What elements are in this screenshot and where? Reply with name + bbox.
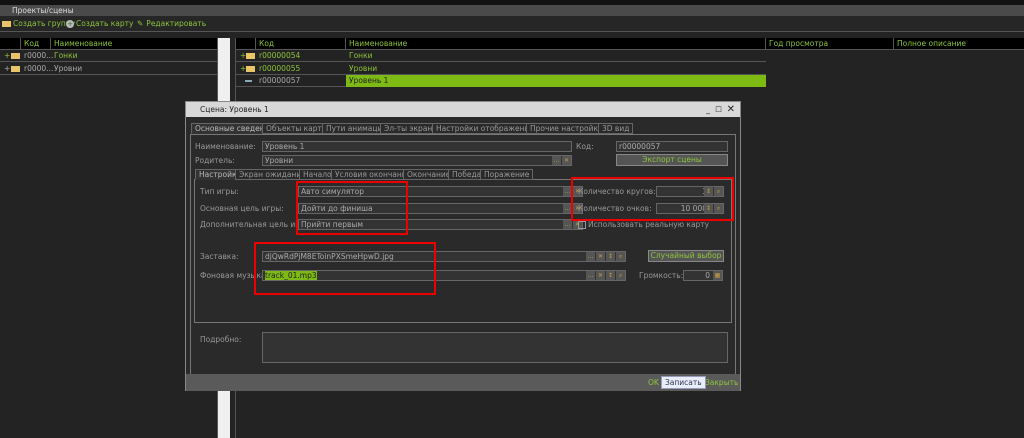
- row-code: r00000054: [259, 51, 301, 60]
- leaf-icon: [245, 80, 252, 82]
- minimize-icon[interactable]: _: [706, 102, 710, 117]
- parent-value: Уровни: [265, 156, 294, 165]
- highlight-box: [254, 242, 436, 295]
- volume-label: Громкость:: [639, 271, 684, 280]
- clear-icon[interactable]: ✕: [562, 156, 571, 165]
- right-grid-header: Код Наименование Год просмотра Полное оп…: [236, 38, 1024, 50]
- spin-icon[interactable]: ↕: [606, 271, 615, 280]
- table-row-selected[interactable]: r00000057 Уровень 1: [236, 75, 766, 87]
- details-label: Подробно:: [200, 335, 242, 344]
- folder-icon: [246, 53, 255, 59]
- clear-icon[interactable]: ✕: [596, 252, 605, 261]
- header-year[interactable]: Год просмотра: [766, 38, 894, 49]
- folder-icon: [11, 53, 20, 59]
- dialog-title-bar[interactable]: Сцена: Уровень 1 _ ☐ ✕: [186, 102, 740, 117]
- volume-input[interactable]: 0 ▦: [683, 270, 723, 281]
- window-title: Проекты/сцены: [0, 5, 1024, 16]
- row-code: r0000...: [24, 64, 54, 73]
- close-icon[interactable]: ✕: [727, 102, 735, 117]
- real-map-checkbox[interactable]: [578, 221, 586, 229]
- random-choice-button[interactable]: Случайный выбор: [648, 250, 724, 262]
- ellipsis-icon[interactable]: …: [586, 271, 595, 280]
- row-code: r00000055: [259, 64, 301, 73]
- tab-6[interactable]: Поражение: [480, 169, 534, 180]
- tab-4[interactable]: Настройки отображения: [432, 123, 538, 134]
- table-row[interactable]: + r0000... Уровни: [0, 63, 218, 75]
- row-name: Гонки: [349, 51, 373, 60]
- spin-icon[interactable]: ↕: [606, 252, 615, 261]
- create-group-button[interactable]: Создать группу: [2, 19, 75, 29]
- calculator-icon[interactable]: ▦: [713, 271, 722, 280]
- row-code: r0000...: [24, 51, 54, 60]
- save-button[interactable]: Записать: [661, 376, 706, 389]
- name-label: Наименование:: [195, 142, 256, 151]
- folder-icon: [2, 21, 11, 27]
- tab-6[interactable]: 3D вид: [598, 123, 634, 134]
- dialog-footer: OK Записать Закрыть: [186, 374, 740, 391]
- header-name[interactable]: Наименование: [346, 38, 766, 49]
- search-icon[interactable]: ⌕: [616, 252, 625, 261]
- header-code[interactable]: Код: [21, 38, 51, 49]
- details-textarea[interactable]: [262, 332, 728, 363]
- maximize-icon[interactable]: ☐: [715, 102, 722, 117]
- row-name: Уровни: [349, 64, 378, 73]
- splash-label: Заставка:: [200, 252, 239, 261]
- dialog-title: Сцена: Уровень 1: [200, 105, 269, 114]
- create-map-label: Создать карту: [76, 19, 134, 28]
- table-row[interactable]: + r0000... Гонки: [0, 50, 218, 62]
- clear-icon[interactable]: ✕: [596, 271, 605, 280]
- folder-icon: [11, 66, 20, 72]
- parent-input[interactable]: Уровни … ✕: [262, 155, 572, 166]
- pencil-icon: ✎: [137, 19, 144, 28]
- close-button[interactable]: Закрыть: [705, 378, 738, 387]
- export-scene-button[interactable]: Экспорт сцены: [616, 154, 728, 166]
- toolbar: Создать группу + Создать карту ✎ Редактиро…: [0, 16, 1024, 32]
- parent-label: Родитель:: [195, 156, 235, 165]
- tab-5[interactable]: Прочие настройки: [526, 123, 607, 134]
- tab-4[interactable]: Окончание: [403, 169, 455, 180]
- header-name[interactable]: Наименование: [51, 38, 218, 49]
- folder-icon: [246, 66, 255, 72]
- ellipsis-icon[interactable]: …: [552, 156, 561, 165]
- highlight-box: [571, 177, 734, 221]
- row-name: Уровни: [54, 64, 83, 73]
- name-input[interactable]: Уровень 1: [262, 141, 572, 152]
- code-input[interactable]: r00000057: [616, 141, 728, 152]
- left-grid-header: Код Наименование: [0, 38, 218, 50]
- edit-button[interactable]: ✎ Редактировать: [137, 19, 206, 29]
- table-row[interactable]: + r00000054 Гонки: [236, 50, 766, 62]
- plus-icon: +: [66, 20, 74, 28]
- code-label: Код:: [576, 142, 594, 151]
- search-icon[interactable]: ⌕: [616, 271, 625, 280]
- ellipsis-icon[interactable]: …: [586, 252, 595, 261]
- ellipsis-icon[interactable]: …: [563, 220, 572, 229]
- edit-label: Редактировать: [146, 19, 207, 28]
- row-name: Гонки: [54, 51, 78, 60]
- header-code[interactable]: Код: [256, 38, 346, 49]
- create-map-button[interactable]: + Создать карту: [66, 19, 133, 29]
- highlight-box: [296, 181, 408, 235]
- scene-dialog: Сцена: Уровень 1 _ ☐ ✕ Наименование: Уро…: [185, 101, 741, 391]
- row-code: r00000057: [259, 76, 301, 85]
- main-goal-label: Основная цель игры:: [200, 204, 284, 213]
- row-name: Уровень 1: [346, 75, 766, 87]
- ok-button[interactable]: OK: [648, 378, 659, 387]
- header-description[interactable]: Полное описание: [894, 38, 1024, 49]
- game-type-label: Тип игры:: [200, 187, 239, 196]
- table-row[interactable]: + r00000055 Уровни: [236, 63, 766, 75]
